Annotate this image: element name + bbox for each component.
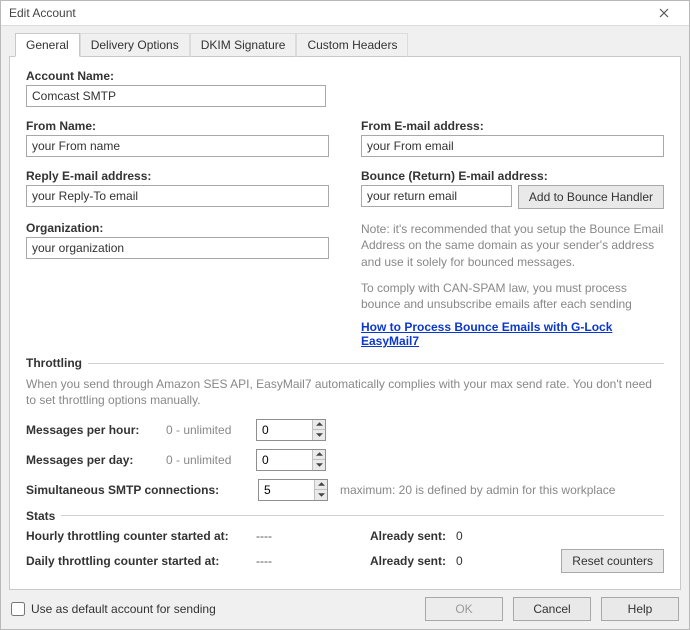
spin-up-icon[interactable] bbox=[313, 420, 325, 431]
messages-per-hour-hint: 0 - unlimited bbox=[166, 423, 256, 437]
stats-title: Stats bbox=[26, 509, 61, 523]
close-icon bbox=[659, 8, 669, 18]
spin-down-icon[interactable] bbox=[315, 490, 327, 500]
throttling-section-header: Throttling bbox=[26, 356, 664, 370]
titlebar: Edit Account bbox=[1, 1, 689, 26]
cancel-button[interactable]: Cancel bbox=[513, 597, 591, 621]
messages-per-day-input[interactable] bbox=[257, 450, 312, 470]
tab-custom-headers[interactable]: Custom Headers bbox=[296, 33, 408, 57]
help-button[interactable]: Help bbox=[601, 597, 679, 621]
from-email-input[interactable] bbox=[361, 135, 664, 157]
from-name-input[interactable] bbox=[26, 135, 329, 157]
tab-delivery-options[interactable]: Delivery Options bbox=[80, 33, 190, 57]
dialog-footer: Use as default account for sending OK Ca… bbox=[1, 590, 689, 629]
window-title: Edit Account bbox=[9, 6, 76, 20]
messages-per-day-hint: 0 - unlimited bbox=[166, 453, 256, 467]
bounce-email-label: Bounce (Return) E-mail address: bbox=[361, 169, 664, 183]
organization-input[interactable] bbox=[26, 237, 329, 259]
hourly-counter-value: ---- bbox=[256, 529, 346, 543]
daily-counter-value: ---- bbox=[256, 554, 346, 568]
organization-label: Organization: bbox=[26, 221, 329, 235]
tab-dkim-signature[interactable]: DKIM Signature bbox=[190, 33, 297, 57]
daily-already-sent-value: 0 bbox=[456, 554, 496, 568]
account-name-label: Account Name: bbox=[26, 69, 326, 83]
hourly-counter-label: Hourly throttling counter started at: bbox=[26, 529, 256, 543]
tab-panel-general: Account Name: From Name: From E-mail add… bbox=[9, 56, 681, 589]
bounce-note-2: To comply with CAN-SPAM law, you must pr… bbox=[361, 280, 664, 312]
smtp-connections-note: maximum: 20 is defined by admin for this… bbox=[340, 483, 664, 497]
hourly-already-sent-value: 0 bbox=[456, 529, 496, 543]
messages-per-hour-stepper[interactable] bbox=[256, 419, 326, 441]
default-account-label: Use as default account for sending bbox=[31, 602, 216, 616]
close-button[interactable] bbox=[647, 1, 681, 25]
throttling-intro: When you send through Amazon SES API, Ea… bbox=[26, 376, 664, 408]
stats-section-header: Stats bbox=[26, 509, 664, 523]
messages-per-hour-input[interactable] bbox=[257, 420, 312, 440]
tab-strip: General Delivery Options DKIM Signature … bbox=[15, 33, 681, 57]
smtp-connections-label: Simultaneous SMTP connections: bbox=[26, 483, 258, 497]
smtp-connections-input[interactable] bbox=[259, 480, 314, 500]
spin-down-icon[interactable] bbox=[313, 460, 325, 470]
bounce-email-input[interactable] bbox=[361, 185, 512, 207]
hourly-already-sent-label: Already sent: bbox=[346, 529, 446, 543]
daily-counter-label: Daily throttling counter started at: bbox=[26, 554, 256, 568]
bounce-note-1: Note: it's recommended that you setup th… bbox=[361, 221, 664, 270]
reply-email-input[interactable] bbox=[26, 185, 329, 207]
smtp-connections-stepper[interactable] bbox=[258, 479, 328, 501]
spin-up-icon[interactable] bbox=[313, 450, 325, 461]
content-area: General Delivery Options DKIM Signature … bbox=[1, 26, 689, 589]
daily-already-sent-label: Already sent: bbox=[346, 554, 446, 568]
default-account-checkbox-wrap[interactable]: Use as default account for sending bbox=[11, 602, 415, 616]
from-email-label: From E-mail address: bbox=[361, 119, 664, 133]
add-to-bounce-handler-button[interactable]: Add to Bounce Handler bbox=[518, 185, 664, 209]
spin-down-icon[interactable] bbox=[313, 430, 325, 440]
bounce-help-link[interactable]: How to Process Bounce Emails with G-Lock… bbox=[361, 320, 612, 348]
messages-per-day-stepper[interactable] bbox=[256, 449, 326, 471]
reset-counters-button[interactable]: Reset counters bbox=[561, 549, 664, 573]
from-name-label: From Name: bbox=[26, 119, 329, 133]
throttling-title: Throttling bbox=[26, 356, 88, 370]
spin-up-icon[interactable] bbox=[315, 480, 327, 491]
messages-per-day-label: Messages per day: bbox=[26, 453, 166, 467]
messages-per-hour-label: Messages per hour: bbox=[26, 423, 166, 437]
edit-account-dialog: Edit Account General Delivery Options DK… bbox=[0, 0, 690, 630]
default-account-checkbox[interactable] bbox=[11, 602, 25, 616]
reply-email-label: Reply E-mail address: bbox=[26, 169, 329, 183]
account-name-input[interactable] bbox=[26, 85, 326, 107]
ok-button[interactable]: OK bbox=[425, 597, 503, 621]
tab-general[interactable]: General bbox=[15, 33, 80, 57]
